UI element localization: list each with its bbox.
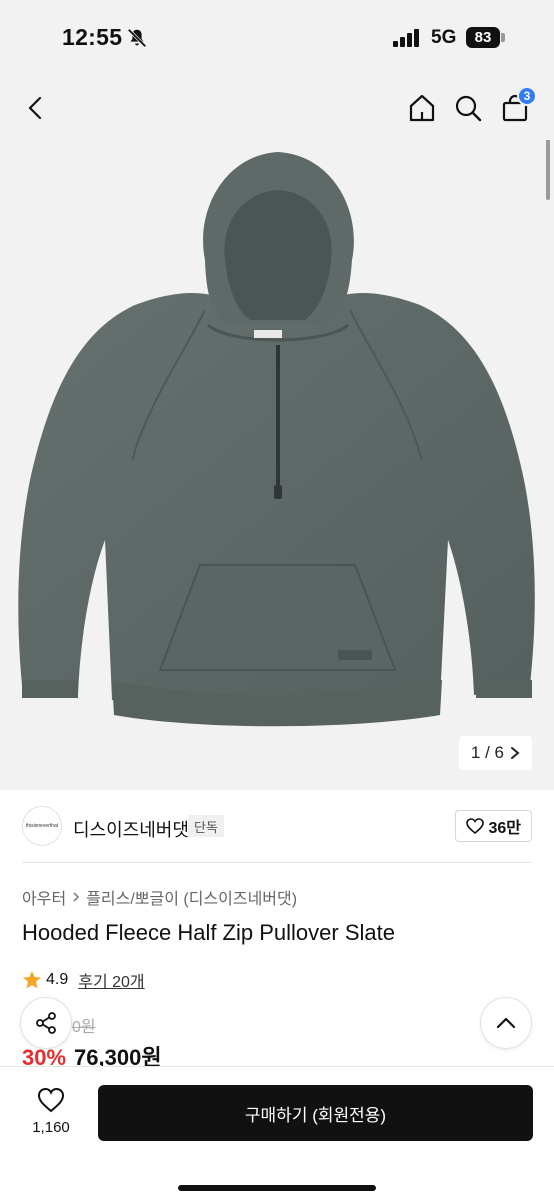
product-title: Hooded Fleece Half Zip Pullover Slate	[22, 920, 395, 945]
divider	[22, 862, 532, 863]
top-nav: 3	[0, 76, 554, 140]
brand-name[interactable]: 디스이즈네버댓	[73, 816, 189, 842]
image-counter-text: 1 / 6	[470, 743, 504, 762]
bell-muted-icon	[127, 28, 147, 48]
brand-logo-text: thisisneverthat	[25, 823, 59, 829]
brand-like-count: 36만	[488, 820, 521, 837]
heart-icon	[37, 1087, 65, 1113]
search-button[interactable]	[452, 92, 484, 124]
brand-logo[interactable]: thisisneverthat	[22, 806, 62, 846]
status-bar: 12:55 5G 83	[0, 0, 554, 76]
buy-button[interactable]: 구매하기 (회원전용)	[98, 1085, 533, 1141]
breadcrumb: 아우터 플리스/뽀글이 (디스이즈네버댓)	[22, 885, 297, 909]
rating-value: 4.9	[46, 971, 69, 988]
rating-row: 4.9 후기 20개	[22, 968, 145, 992]
cart-count-badge: 3	[517, 86, 537, 106]
wishlist-button[interactable]: 1,160	[28, 1087, 74, 1136]
network-label: 5G	[431, 27, 457, 48]
brand-like-button[interactable]: 36만	[455, 810, 532, 842]
chevron-up-icon	[496, 1017, 516, 1029]
product-photo	[18, 152, 535, 727]
breadcrumb-item[interactable]: 아우터	[22, 885, 66, 909]
signal-icon	[393, 29, 419, 47]
image-counter-button[interactable]: 1 / 6	[458, 736, 532, 770]
chevron-right-icon	[73, 892, 80, 902]
product-image-carousel[interactable]: 1 / 6	[0, 140, 554, 790]
original-price: 0원	[72, 1019, 96, 1036]
back-button[interactable]	[20, 92, 52, 124]
search-icon	[455, 95, 482, 122]
share-button[interactable]	[20, 997, 72, 1049]
scroll-top-button[interactable]	[480, 997, 532, 1049]
star-icon	[23, 971, 41, 989]
scroll-indicator	[546, 140, 550, 200]
exclusive-tag: 단독	[188, 815, 224, 837]
share-icon	[36, 1012, 56, 1034]
cart-button[interactable]: 3	[499, 86, 537, 124]
heart-icon	[466, 818, 485, 834]
chevron-right-icon	[511, 747, 520, 759]
bottom-bar: 1,160 구매하기 (회원전용)	[0, 1066, 554, 1200]
home-button[interactable]	[406, 92, 438, 124]
brand-row: thisisneverthat 디스이즈네버댓 단독 36만	[0, 790, 554, 862]
review-link[interactable]: 후기 20개	[78, 968, 144, 992]
battery-cap	[501, 33, 505, 42]
status-time: 12:55	[62, 24, 123, 50]
wishlist-count: 1,160	[32, 1119, 70, 1136]
home-indicator	[178, 1185, 376, 1191]
chevron-left-icon	[28, 96, 42, 120]
home-icon	[409, 94, 435, 122]
breadcrumb-item[interactable]: 플리스/뽀글이 (디스이즈네버댓)	[86, 885, 297, 909]
battery-indicator: 83	[466, 27, 500, 48]
